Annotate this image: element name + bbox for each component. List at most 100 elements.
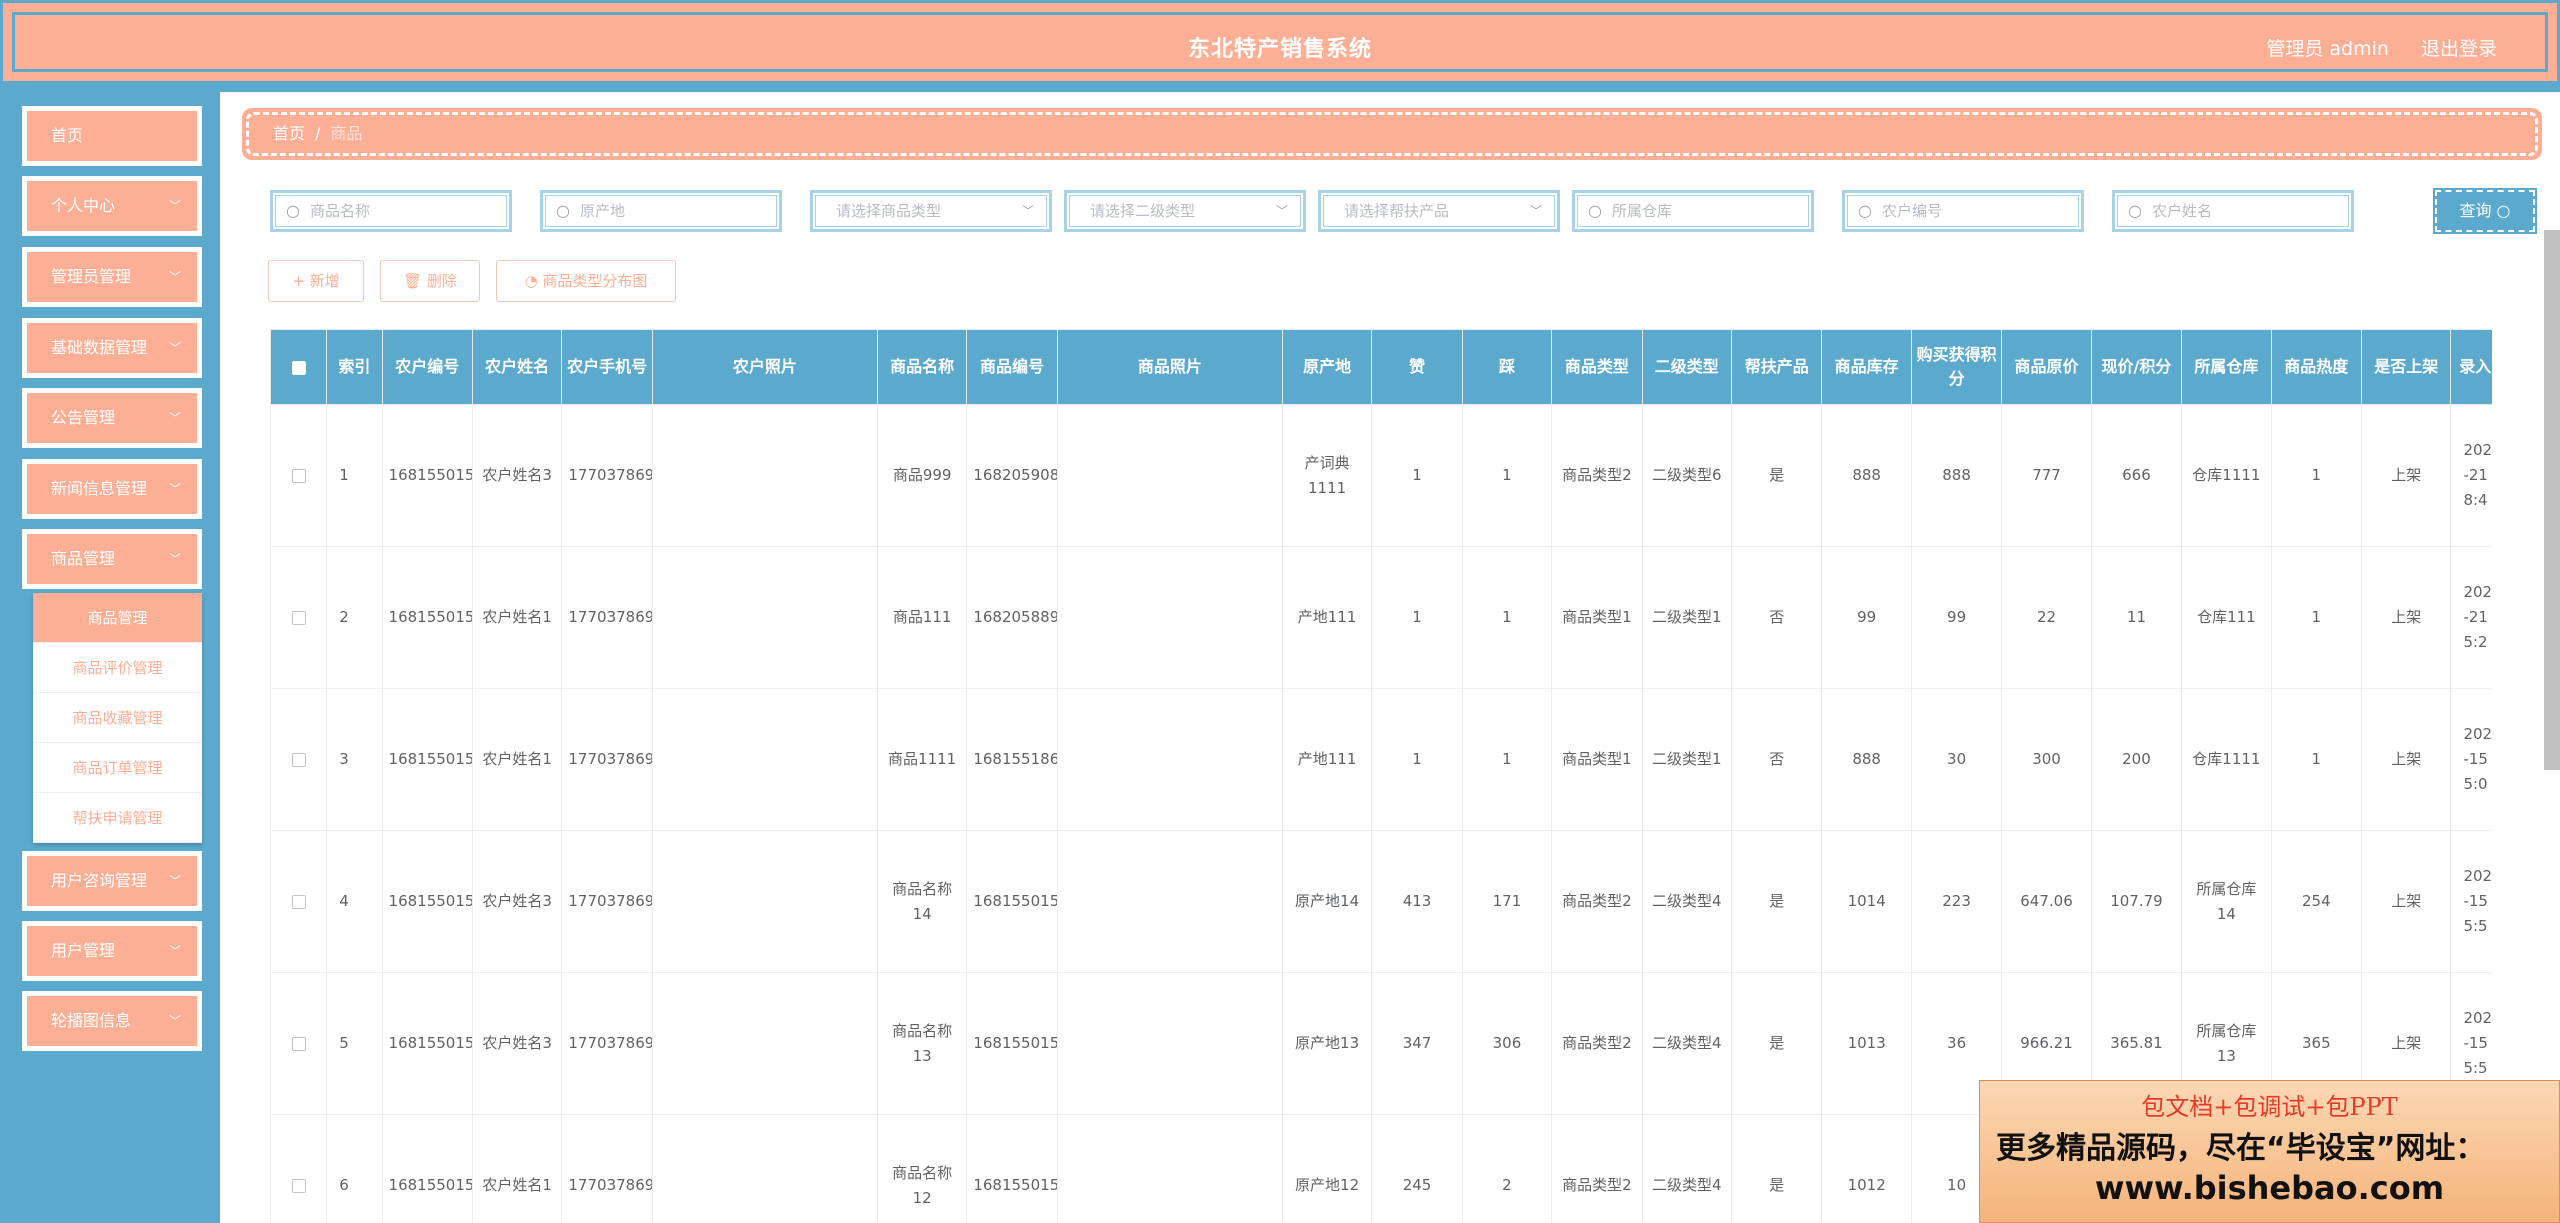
submenu-item-goods-order[interactable]: 商品订单管理 [33, 743, 202, 793]
help-product-placeholder: 请选择帮扶产品 [1344, 202, 1450, 220]
logout-link[interactable]: 退出登录 [2421, 38, 2497, 60]
origin-input[interactable]: ○ 原产地 [540, 190, 782, 232]
goods-type-placeholder: 请选择商品类型 [836, 202, 942, 220]
table-cell: 1 [1461, 404, 1553, 547]
table-cell [651, 972, 878, 1115]
sidebar-item-label: 个人中心 [51, 196, 116, 215]
farmer-no-placeholder: 农户编号 [1882, 202, 1943, 220]
sidebar-item-consult[interactable]: 用户咨询管理 ﹀ [22, 851, 202, 911]
goods-name-input[interactable]: ○ 商品名称 [270, 190, 512, 232]
sidebar-item-notice[interactable]: 公告管理 ﹀ [22, 388, 202, 448]
table-cell [1056, 830, 1283, 973]
table-cell: 99 [1910, 546, 2003, 689]
table-cell: 农户姓名1 [471, 546, 563, 689]
search-icon: ○ [1858, 201, 1872, 220]
table-cell [1056, 546, 1283, 689]
query-button[interactable]: 查询 ○ [2433, 188, 2537, 234]
table-cell: 是 [1731, 830, 1823, 973]
table-cell: 99 [1821, 546, 1912, 689]
breadcrumb: 首页 / 商品 [242, 108, 2542, 160]
submenu-item-goods-favorite[interactable]: 商品收藏管理 [33, 693, 202, 743]
table-cell: 产词典1111 [1281, 404, 1373, 547]
table-cell: 是 [1731, 1114, 1823, 1223]
search-icon: ○ [2128, 201, 2142, 220]
row-checkbox[interactable] [291, 752, 306, 767]
breadcrumb-current: 商品 [330, 124, 363, 143]
table-cell: 二级类型1 [1641, 688, 1733, 831]
table-cell: 17703786903 [561, 830, 653, 973]
row-checkbox[interactable] [291, 894, 306, 909]
farmer-name-input[interactable]: ○ 农户姓名 [2112, 190, 2354, 232]
submenu-item-goods[interactable]: 商品管理 [33, 593, 202, 643]
table-cell: 二级类型4 [1641, 1114, 1733, 1223]
sidebar-item-label: 基础数据管理 [51, 338, 148, 357]
table-cell: 原产地14 [1281, 830, 1373, 973]
table-cell: 171 [1461, 830, 1553, 973]
top-header: 东北特产销售系统 管理员 admin 退出登录 [0, 0, 2560, 84]
promo-line-1: 包文档+包调试+包PPT [2141, 1093, 2398, 1121]
row-checkbox[interactable] [291, 468, 306, 483]
table-cell: 商品类型2 [1551, 830, 1643, 973]
table-cell: 农户姓名3 [471, 972, 563, 1115]
breadcrumb-home[interactable]: 首页 [273, 124, 305, 143]
row-checkbox[interactable] [291, 1036, 306, 1051]
vertical-scrollbar[interactable] [2544, 230, 2560, 770]
chevron-down-icon: ﹀ [168, 944, 181, 958]
table-cell: 2023 -21 1 5:2 [2450, 546, 2492, 689]
warehouse-input[interactable]: ○ 所属仓库 [1572, 190, 1814, 232]
table-cell: 原产地13 [1281, 972, 1373, 1115]
sub-type-select[interactable]: 请选择二级类型 ﹀ [1064, 190, 1306, 232]
sidebar-item-admin[interactable]: 管理员管理 ﹀ [22, 247, 202, 307]
table-cell: 306 [1461, 972, 1553, 1115]
table-cell: 商品类型2 [1551, 972, 1643, 1115]
table-cell: 30 [1910, 688, 2003, 831]
row-select-cell[interactable] [270, 1114, 328, 1223]
table-cell: 223 [1910, 830, 2003, 973]
column-header: 二级类型 [1641, 329, 1733, 405]
goods-name-placeholder: 商品名称 [310, 202, 371, 220]
row-select-cell[interactable] [270, 972, 328, 1115]
farmer-no-input[interactable]: ○ 农户编号 [1842, 190, 2084, 232]
submenu-item-goods-review[interactable]: 商品评价管理 [33, 643, 202, 693]
promo-banner: 包文档+包调试+包PPT 更多精品源码，尽在“毕设宝”网址： www.bishe… [1979, 1080, 2560, 1223]
column-header: 赞 [1371, 329, 1463, 405]
row-select-cell[interactable] [270, 830, 328, 973]
table-cell: 17703786901 [561, 688, 653, 831]
select-all-checkbox[interactable] [291, 360, 306, 375]
goods-type-select[interactable]: 请选择商品类型 ﹀ [810, 190, 1052, 232]
row-select-cell[interactable] [270, 546, 328, 689]
sidebar-item-base-data[interactable]: 基础数据管理 ﹀ [22, 318, 202, 378]
table-cell: 1 [1371, 688, 1463, 831]
row-checkbox[interactable] [291, 610, 306, 625]
delete-button[interactable]: 🗑 删除 [380, 260, 480, 302]
admin-label: 管理员 admin [2266, 38, 2389, 60]
table-row[interactable]: 41681550154545农户姓名317703786903 商品名称141681… [270, 830, 2492, 973]
sidebar-item-carousel[interactable]: 轮播图信息 ﹀ [22, 991, 202, 1051]
sidebar-item-goods[interactable]: 商品管理 ﹀ [22, 529, 202, 589]
table-cell: 1681550154545 [381, 404, 473, 547]
table-cell: 商品类型2 [1551, 1114, 1643, 1223]
sidebar-item-label: 轮播图信息 [51, 1011, 132, 1030]
table-cell: 农户姓名3 [471, 830, 563, 973]
sidebar-item-label: 首页 [51, 126, 84, 145]
submenu-item-help-apply[interactable]: 帮扶申请管理 [33, 793, 202, 843]
chart-button[interactable]: ◔ 商品类型分布图 [496, 260, 676, 302]
sidebar-item-users[interactable]: 用户管理 ﹀ [22, 921, 202, 981]
table-row[interactable]: 11681550154545农户姓名317703786903商品99916820… [270, 404, 2492, 547]
row-select-cell[interactable] [270, 688, 328, 831]
sidebar-item-home[interactable]: 首页 [22, 106, 202, 166]
select-all-header[interactable] [270, 329, 328, 405]
table-cell [651, 1114, 878, 1223]
row-checkbox[interactable] [291, 1178, 306, 1193]
sidebar-item-profile[interactable]: 个人中心 ﹀ [22, 176, 202, 236]
table-row[interactable]: 21681550154626农户姓名117703786901 商品11116820… [270, 546, 2492, 689]
sidebar-item-news[interactable]: 新闻信息管理 ﹀ [22, 459, 202, 519]
row-select-cell[interactable] [270, 404, 328, 547]
help-product-select[interactable]: 请选择帮扶产品 ﹀ [1318, 190, 1560, 232]
table-cell: 2 [326, 546, 383, 689]
table-row[interactable]: 31681550154626农户姓名117703786901 商品11111681… [270, 688, 2492, 831]
table-cell: 777 [2001, 404, 2092, 547]
table-cell: 仓库1111 [2181, 688, 2272, 831]
add-button[interactable]: + 新增 [268, 260, 364, 302]
column-header: 是否上架 [2361, 329, 2452, 405]
